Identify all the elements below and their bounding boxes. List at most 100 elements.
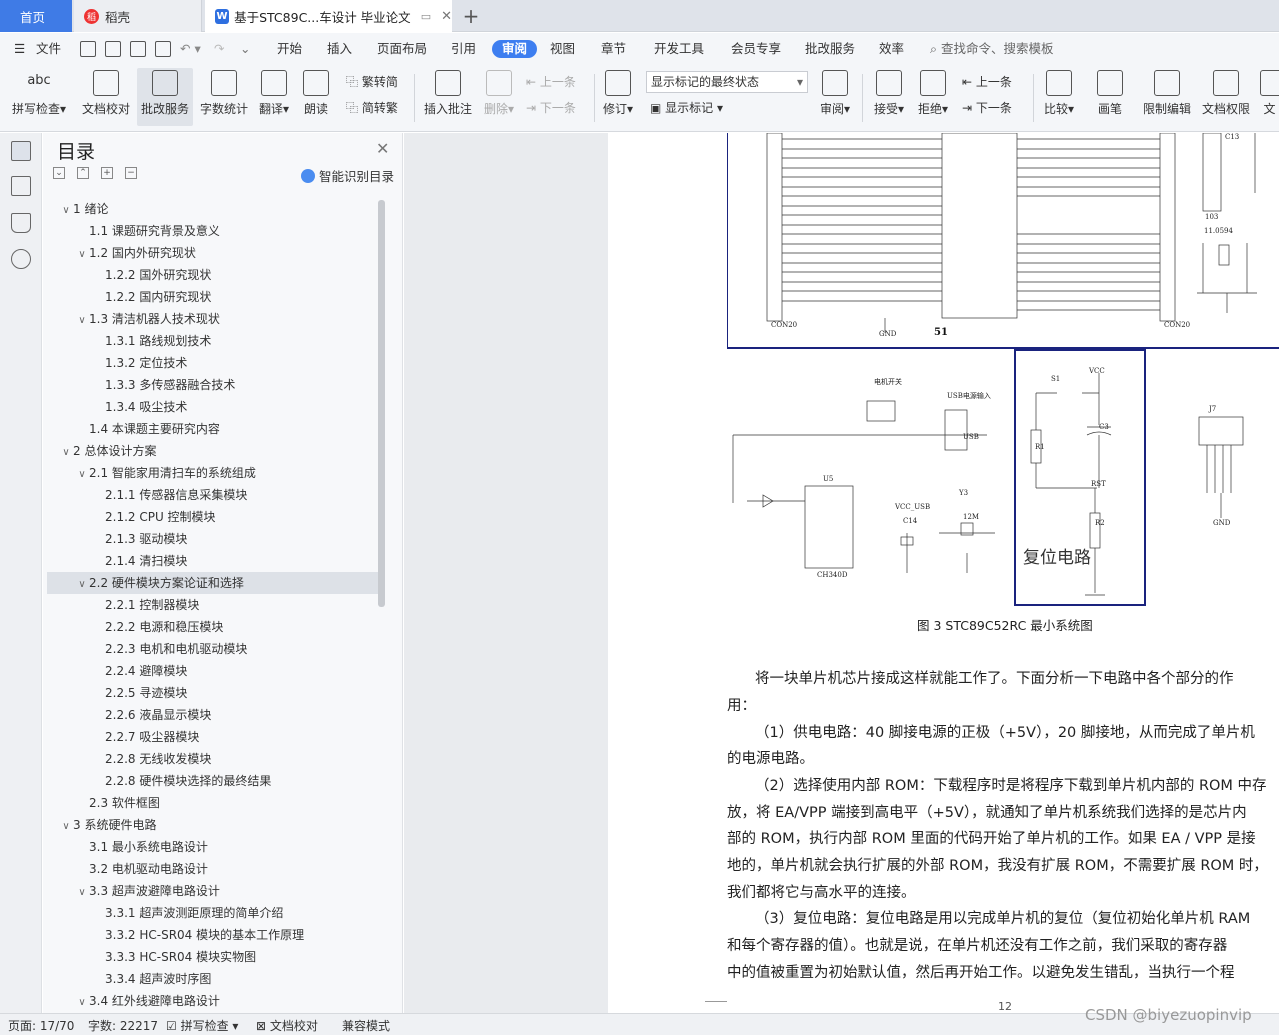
restrict-editing-button[interactable]: 限制编辑 xyxy=(1140,68,1194,126)
menu-insert[interactable]: 插入 xyxy=(327,40,352,58)
review-pane-button[interactable]: 审阅▾ xyxy=(816,68,854,126)
insert-comment-button[interactable]: 插入批注 xyxy=(422,68,474,126)
export-pdf-icon[interactable] xyxy=(105,41,121,57)
pen-button[interactable]: 画笔 xyxy=(1092,68,1128,126)
toc-item[interactable]: 2.3 软件框图 xyxy=(47,792,379,814)
chevron-down-icon[interactable]: ∨ xyxy=(75,310,89,332)
correction-service-button[interactable]: 批改服务 xyxy=(137,68,193,126)
print-preview-icon[interactable] xyxy=(155,41,171,57)
toc-item[interactable]: 2.2.7 吸尘器模块 xyxy=(47,726,379,748)
toc-item[interactable]: ∨ 3.3 超声波避障电路设计 xyxy=(47,880,379,902)
toc-item[interactable]: ∨ 1 绪论 xyxy=(47,198,379,220)
toc-item[interactable]: ∨ 1.2 国内外研究现状 xyxy=(47,242,379,264)
compare-button[interactable]: 比较▾ xyxy=(1040,68,1078,126)
collapse-all-icon[interactable]: ⌄ xyxy=(53,167,65,179)
menu-references[interactable]: 引用 xyxy=(451,40,476,58)
add-heading-icon[interactable]: + xyxy=(101,167,113,179)
menu-correction[interactable]: 批改服务 xyxy=(805,40,855,58)
smart-toc-button[interactable]: 智能识别目录 xyxy=(301,166,394,185)
toc-item[interactable]: 2.2.6 液晶显示模块 xyxy=(47,704,379,726)
toc-item[interactable]: 1.3.3 多传感器融合技术 xyxy=(47,374,379,396)
prev-comment-button[interactable]: ⇤ 上一条 xyxy=(526,72,576,92)
command-search[interactable]: ⌕ 查找命令、搜索模板 xyxy=(930,40,1054,58)
word-count-button[interactable]: 字数统计 xyxy=(198,68,250,126)
spell-check-button[interactable]: abc 拼写检查▾ xyxy=(8,68,70,126)
toc-item[interactable]: 1.2.2 国外研究现状 xyxy=(47,264,379,286)
toc-item[interactable]: 2.1.4 清扫模块 xyxy=(47,550,379,572)
show-markup-button[interactable]: ▣ 显示标记 ▾ xyxy=(650,98,723,118)
close-tab-icon[interactable]: ✕ xyxy=(441,9,452,24)
toc-item[interactable]: 3.3.2 HC-SR04 模块的基本工作原理 xyxy=(47,924,379,946)
toc-item[interactable]: 2.1.2 CPU 控制模块 xyxy=(47,506,379,528)
chevron-down-icon[interactable]: ∨ xyxy=(75,882,89,904)
toc-item[interactable]: 2.2.8 硬件模块选择的最终结果 xyxy=(47,770,379,792)
chapter-icon[interactable] xyxy=(11,176,31,196)
next-change-button[interactable]: ⇥ 下一条 xyxy=(962,98,1012,118)
toc-item[interactable]: ∨ 2.2 硬件模块方案论证和选择 xyxy=(47,572,379,594)
doc-check-status[interactable]: ⊠ 文档校对 xyxy=(256,1017,318,1034)
menu-page-layout[interactable]: 页面布局 xyxy=(377,40,427,58)
next-comment-button[interactable]: ⇥ 下一条 xyxy=(526,98,576,118)
menu-member[interactable]: 会员专享 xyxy=(731,40,781,58)
chevron-down-icon[interactable]: ∨ xyxy=(75,464,89,486)
monitor-icon[interactable]: ▭ xyxy=(421,10,431,23)
toc-item[interactable]: 1.2.2 国内研究现状 xyxy=(47,286,379,308)
toc-item[interactable]: 2.2.4 避障模块 xyxy=(47,660,379,682)
redo-icon[interactable]: ↷ xyxy=(214,40,224,58)
toc-item[interactable]: ∨ 3.4 红外线避障电路设计 xyxy=(47,990,379,1012)
toc-item[interactable]: 3.1 最小系统电路设计 xyxy=(47,836,379,858)
menu-developer[interactable]: 开发工具 xyxy=(654,40,704,58)
menu-file[interactable]: 文件 xyxy=(36,40,61,58)
toc-item[interactable]: 2.2.5 寻迹模块 xyxy=(47,682,379,704)
expand-all-icon[interactable]: ⌃ xyxy=(77,167,89,179)
toc-item[interactable]: 2.1.3 驱动模块 xyxy=(47,528,379,550)
menu-view[interactable]: 视图 xyxy=(550,40,575,58)
toc-item[interactable]: 2.1.1 传感器信息采集模块 xyxy=(47,484,379,506)
word-count-indicator[interactable]: 字数: 22217 xyxy=(88,1017,158,1034)
new-tab-button[interactable]: + xyxy=(458,0,484,32)
chevron-down-icon[interactable]: ∨ xyxy=(75,574,89,596)
menu-efficiency[interactable]: 效率 xyxy=(879,40,904,58)
chevron-down-icon[interactable]: ∨ xyxy=(59,816,73,838)
page-indicator[interactable]: 页面: 17/70 xyxy=(8,1017,74,1034)
toc-item[interactable]: 2.2.3 电机和电机驱动模块 xyxy=(47,638,379,660)
prev-change-button[interactable]: ⇤ 上一条 xyxy=(962,72,1012,92)
chevron-down-icon[interactable]: ∨ xyxy=(59,200,73,222)
toc-item[interactable]: 1.3.1 路线规划技术 xyxy=(47,330,379,352)
read-aloud-button[interactable]: 朗读 xyxy=(298,68,334,126)
tab-document[interactable]: W 基于STC89C...车设计 毕业论文 ▭ ✕ xyxy=(205,0,452,32)
doc-permission-button[interactable]: 文档权限 xyxy=(1200,68,1252,126)
toc-scrollbar[interactable] xyxy=(378,200,385,607)
accept-button[interactable]: 接受▾ xyxy=(870,68,908,126)
doc-check-button[interactable]: 文档校对 xyxy=(78,68,134,126)
spell-check-status[interactable]: ☑ 拼写检查 ▾ xyxy=(166,1017,238,1034)
toc-item[interactable]: ∨ 2.1 智能家用清扫车的系统组成 xyxy=(47,462,379,484)
chevron-down-icon[interactable]: ∨ xyxy=(75,992,89,1013)
toc-icon[interactable] xyxy=(11,141,31,161)
reject-button[interactable]: 拒绝▾ xyxy=(914,68,952,126)
toc-item[interactable]: 2.2.1 控制器模块 xyxy=(47,594,379,616)
simp-to-trad-button[interactable]: ⿻ 简转繁 xyxy=(346,98,398,118)
menu-review[interactable]: 审阅 xyxy=(492,40,538,58)
bookmark-icon[interactable] xyxy=(11,213,31,233)
toc-item[interactable]: ∨ 1.3 清洁机器人技术现状 xyxy=(47,308,379,330)
save-icon[interactable] xyxy=(80,41,96,57)
menu-start[interactable]: 开始 xyxy=(277,40,302,58)
chevron-down-icon[interactable]: ∨ xyxy=(59,442,73,464)
toc-item[interactable]: 2.2.2 电源和稳压模块 xyxy=(47,616,379,638)
toc-item[interactable]: ∨ 3 系统硬件电路 xyxy=(47,814,379,836)
tab-home[interactable]: 首页 xyxy=(0,0,72,32)
toc-item[interactable]: 3.3.4 超声波时序图 xyxy=(47,968,379,990)
toc-item[interactable]: 3.3.1 超声波测距原理的简单介绍 xyxy=(47,902,379,924)
toc-item[interactable]: ∨ 2 总体设计方案 xyxy=(47,440,379,462)
more-button[interactable]: 文 xyxy=(1260,68,1279,126)
translate-button[interactable]: 翻译▾ xyxy=(255,68,293,126)
toc-item[interactable]: 1.3.2 定位技术 xyxy=(47,352,379,374)
remove-heading-icon[interactable]: − xyxy=(125,167,137,179)
print-icon[interactable] xyxy=(130,41,146,57)
undo-icon[interactable]: ↶ ▾ xyxy=(180,40,201,58)
toc-item[interactable]: 1.3.4 吸尘技术 xyxy=(47,396,379,418)
quick-access-dropdown-icon[interactable]: ⌄ xyxy=(240,40,250,58)
tab-daoke[interactable]: 稻稻壳 xyxy=(74,0,202,32)
hamburger-icon[interactable]: ☰ xyxy=(14,40,25,58)
